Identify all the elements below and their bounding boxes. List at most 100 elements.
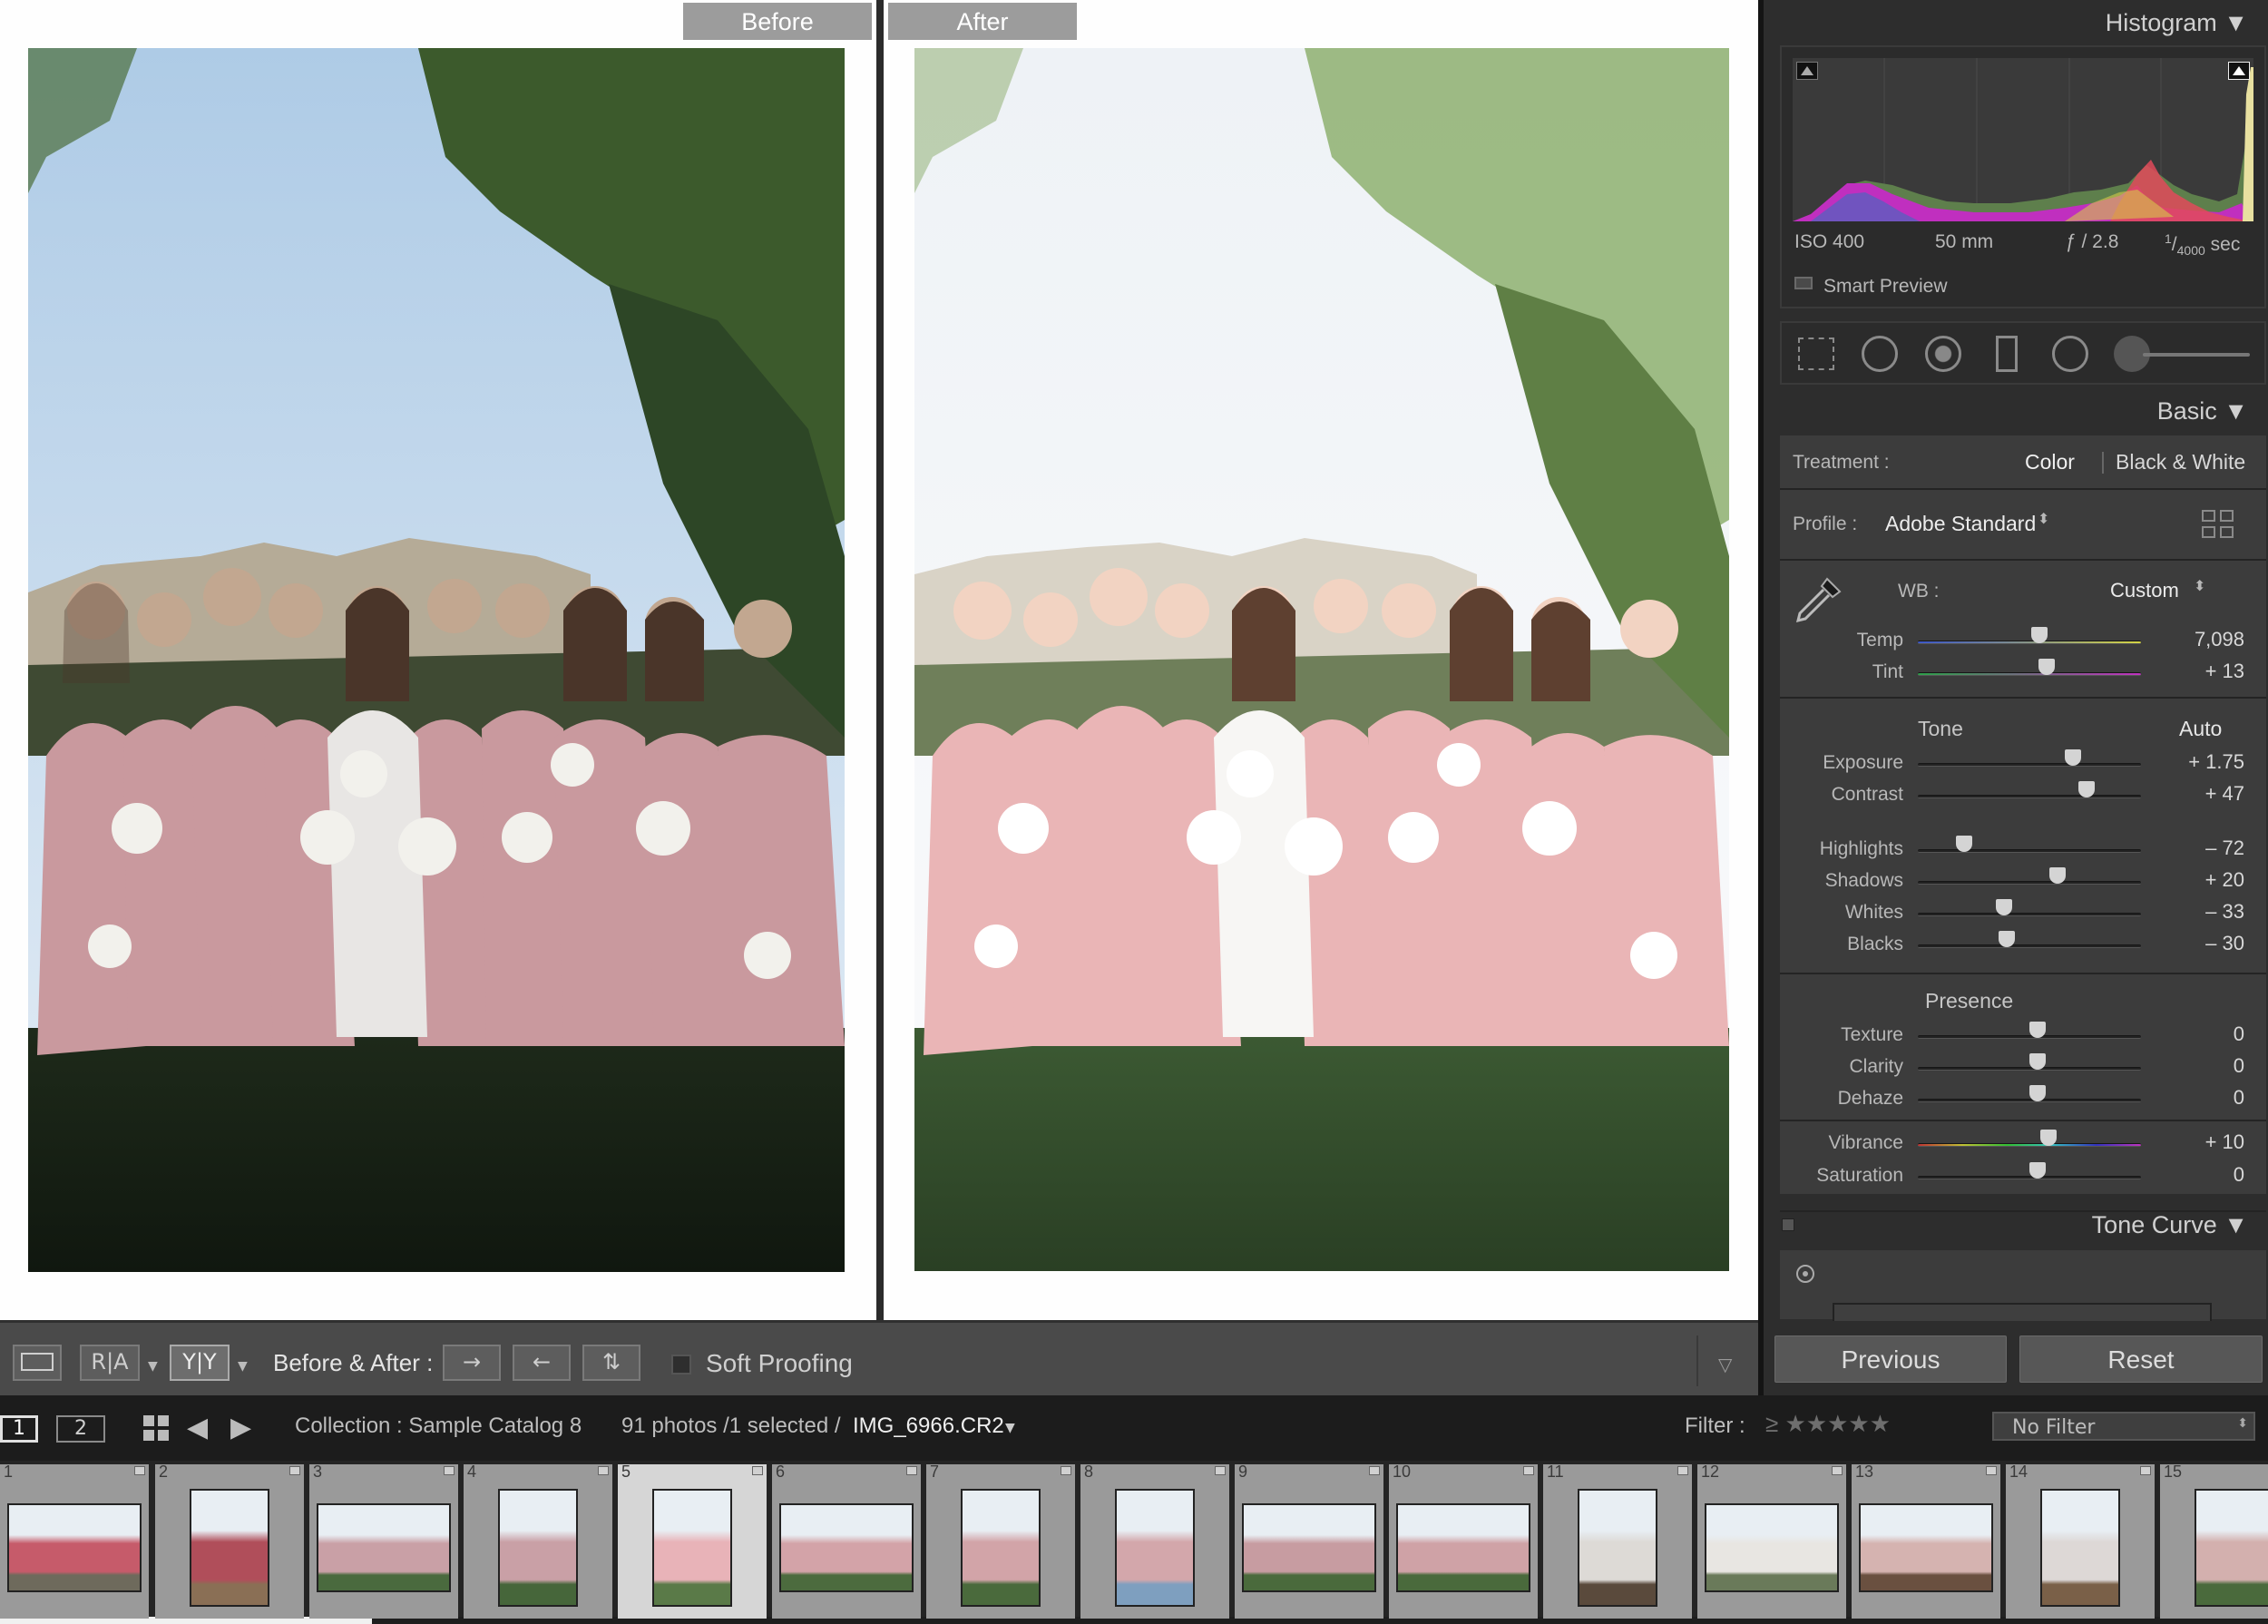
dropdown-caret-icon[interactable]: ▼ (1005, 1421, 1015, 1435)
previous-button[interactable]: Previous (1774, 1335, 2007, 1383)
back-arrow-icon[interactable]: ◀ (187, 1412, 208, 1443)
rating-stars[interactable]: ≥ ★★★★★ (1765, 1410, 1891, 1438)
after-photo[interactable] (914, 48, 1729, 1271)
slider-track-exposure[interactable] (1918, 763, 2141, 767)
dropdown-caret-icon[interactable]: ▼ (238, 1359, 248, 1374)
slider-track-tint[interactable] (1918, 672, 2141, 676)
filmstrip-thumbnail[interactable] (7, 1503, 142, 1592)
slider-track-clarity[interactable] (1918, 1067, 2141, 1071)
filmstrip-thumbnail[interactable] (961, 1489, 1041, 1607)
filmstrip-cell[interactable]: 9 (1235, 1463, 1383, 1619)
filmstrip-thumbnail[interactable] (1705, 1503, 1839, 1592)
filmstrip-thumbnail[interactable] (1859, 1503, 1993, 1592)
forward-arrow-icon[interactable]: ▶ (230, 1412, 251, 1443)
slider-track-highlights[interactable] (1918, 849, 2141, 853)
filmstrip-thumbnail[interactable] (190, 1489, 269, 1607)
soft-proofing-checkbox[interactable] (671, 1355, 691, 1375)
tone-curve-graph[interactable] (1833, 1303, 2212, 1321)
target-adjustment-icon[interactable] (1796, 1265, 1814, 1283)
flag-icon[interactable] (598, 1466, 609, 1475)
filmstrip-cell[interactable]: 7 (926, 1463, 1075, 1619)
filmstrip-thumbnail[interactable] (779, 1503, 914, 1592)
dropdown-caret-icon[interactable]: ▼ (148, 1359, 158, 1374)
primary-display-button[interactable]: 1 (0, 1415, 38, 1443)
slider-track-shadows[interactable] (1918, 881, 2141, 885)
slider-value-clarity[interactable]: 0 (2163, 1054, 2244, 1078)
filmstrip-cell[interactable]: 8 (1080, 1463, 1229, 1619)
collection-breadcrumb[interactable]: Collection : Sample Catalog 8 (295, 1414, 582, 1439)
slider-track-blacks[interactable] (1918, 944, 2141, 948)
swap-before-after-button[interactable]: ⇅ (582, 1345, 640, 1381)
secondary-display-button[interactable]: 2 (56, 1415, 105, 1443)
slider-value-blacks[interactable]: – 30 (2163, 932, 2244, 955)
filmstrip-cell[interactable]: 1 (0, 1463, 149, 1619)
flag-icon[interactable] (1523, 1466, 1534, 1475)
before-after-left-right-button[interactable]: R|A (80, 1345, 140, 1381)
slider-track-contrast[interactable] (1918, 795, 2141, 798)
slider-track-saturation[interactable] (1918, 1176, 2141, 1179)
slider-value-contrast[interactable]: + 47 (2163, 782, 2244, 806)
slider-value-saturation[interactable]: 0 (2163, 1163, 2244, 1187)
filmstrip-cell[interactable]: 2 (155, 1463, 304, 1619)
filmstrip-cell[interactable]: 10 (1389, 1463, 1538, 1619)
flag-icon[interactable] (444, 1466, 455, 1475)
filmstrip-thumbnail[interactable] (1396, 1503, 1530, 1592)
filmstrip-cell[interactable]: 13 (1852, 1463, 2000, 1619)
filmstrip-thumbnail[interactable] (2195, 1489, 2268, 1607)
slider-track-temp[interactable] (1918, 641, 2141, 644)
before-after-split-button[interactable]: Y|Y (170, 1345, 230, 1381)
flag-icon[interactable] (289, 1466, 300, 1475)
filmstrip-thumbnail[interactable] (1578, 1489, 1657, 1607)
toolbar-options-chevron-icon[interactable]: ▽ (1718, 1354, 1732, 1375)
filmstrip-cell[interactable]: 6 (772, 1463, 921, 1619)
filmstrip-thumbnail[interactable] (1115, 1489, 1195, 1607)
flag-icon[interactable] (1061, 1466, 1071, 1475)
slider-value-highlights[interactable]: – 72 (2163, 836, 2244, 860)
slider-track-whites[interactable] (1918, 913, 2141, 916)
filmstrip-thumbnail[interactable] (498, 1489, 578, 1607)
collapse-triangle-icon[interactable]: ▼ (2224, 1211, 2248, 1238)
pane-divider[interactable] (876, 0, 884, 1320)
slider-value-temp[interactable]: 7,098 (2163, 628, 2244, 651)
filmstrip-cell[interactable]: 3 (309, 1463, 458, 1619)
slider-value-tint[interactable]: + 13 (2163, 660, 2244, 683)
flag-icon[interactable] (1677, 1466, 1688, 1475)
copy-after-to-before-button[interactable]: ← (513, 1345, 571, 1381)
tone-curve-toggle[interactable] (1782, 1218, 1794, 1231)
tone-curve-header[interactable]: Tone Curve ▼ (2092, 1211, 2248, 1239)
loupe-view-button[interactable] (13, 1345, 62, 1381)
filmstrip-thumbnail[interactable] (317, 1503, 451, 1592)
slider-track-vibrance[interactable] (1918, 1143, 2141, 1147)
flag-icon[interactable] (134, 1466, 145, 1475)
filmstrip-thumbnail[interactable] (652, 1489, 732, 1607)
slider-track-texture[interactable] (1918, 1035, 2141, 1039)
flag-icon[interactable] (906, 1466, 917, 1475)
filmstrip-cell[interactable]: 5 (618, 1463, 767, 1619)
before-photo[interactable] (28, 48, 845, 1272)
filter-preset-dropdown[interactable]: No Filter ⬍ (1992, 1412, 2255, 1441)
slider-value-vibrance[interactable]: + 10 (2163, 1130, 2244, 1154)
filmstrip-cell[interactable]: 15 (2160, 1463, 2268, 1619)
flag-icon[interactable] (1986, 1466, 1997, 1475)
grid-view-icon[interactable] (143, 1415, 171, 1443)
filmstrip-cell[interactable]: 11 (1543, 1463, 1692, 1619)
filmstrip-cell[interactable]: 4 (464, 1463, 612, 1619)
slider-value-shadows[interactable]: + 20 (2163, 868, 2244, 892)
flag-icon[interactable] (1832, 1466, 1843, 1475)
slider-value-whites[interactable]: – 33 (2163, 900, 2244, 924)
flag-icon[interactable] (1215, 1466, 1226, 1475)
reset-button[interactable]: Reset (2019, 1335, 2263, 1383)
slider-value-texture[interactable]: 0 (2163, 1022, 2244, 1046)
flag-icon[interactable] (752, 1466, 763, 1475)
filmstrip-cell[interactable]: 14 (2006, 1463, 2155, 1619)
filmstrip-thumbnail[interactable] (2040, 1489, 2120, 1607)
slider-value-dehaze[interactable]: 0 (2163, 1086, 2244, 1110)
slider-track-dehaze[interactable] (1918, 1099, 2141, 1102)
flag-icon[interactable] (2140, 1466, 2151, 1475)
slider-value-exposure[interactable]: + 1.75 (2163, 750, 2244, 774)
filmstrip-thumbnail[interactable] (1242, 1503, 1376, 1592)
flag-icon[interactable] (1369, 1466, 1380, 1475)
filmstrip-cell[interactable]: 12 (1697, 1463, 1846, 1619)
current-filename[interactable]: IMG_6966.CR2 (853, 1414, 1004, 1439)
copy-before-to-after-button[interactable]: → (443, 1345, 501, 1381)
